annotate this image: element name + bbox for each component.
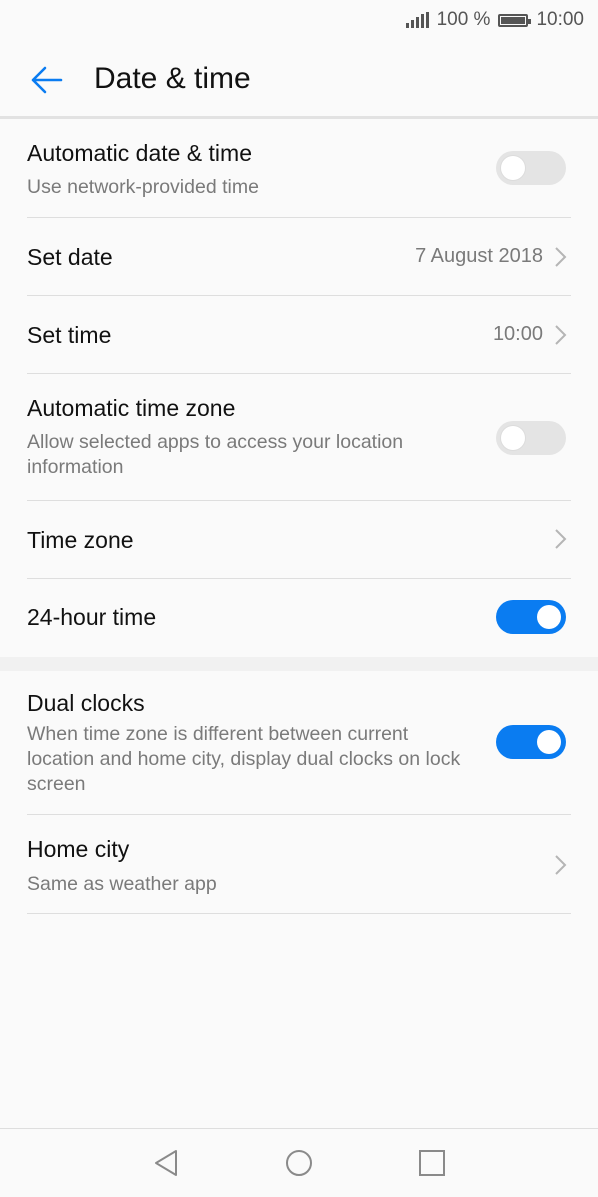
automatic-date-time-row[interactable]: Automatic date & time Use network-provid… bbox=[27, 120, 571, 218]
automatic-date-time-title: Automatic date & time bbox=[27, 140, 252, 166]
automatic-time-zone-title: Automatic time zone bbox=[27, 395, 236, 421]
24-hour-time-title: 24-hour time bbox=[27, 604, 157, 630]
dual-clocks-subtitle: When time zone is different between curr… bbox=[27, 723, 461, 795]
time-zone-title: Time zone bbox=[27, 527, 134, 553]
24-hour-time-toggle[interactable] bbox=[496, 600, 566, 634]
automatic-time-zone-row[interactable]: Automatic time zone Allow selected apps … bbox=[27, 374, 571, 501]
back-button[interactable] bbox=[22, 58, 70, 102]
dual-clocks-title: Dual clocks bbox=[27, 690, 145, 716]
app-header: Date & time bbox=[0, 40, 598, 116]
status-icons: 100 % 10:00 bbox=[405, 9, 584, 31]
status-bar: 100 % 10:00 bbox=[0, 0, 598, 40]
back-arrow-icon bbox=[31, 66, 63, 94]
chevron-right-icon bbox=[555, 529, 567, 549]
time-zone-row[interactable]: Time zone bbox=[27, 501, 571, 579]
section-divider bbox=[0, 657, 598, 671]
home-city-row[interactable]: Home city Same as weather app bbox=[27, 815, 571, 914]
set-time-title: Set time bbox=[27, 322, 112, 348]
status-time: 10:00 bbox=[536, 9, 584, 30]
dual-clocks-toggle[interactable] bbox=[496, 725, 566, 759]
battery-percentage: 100 % bbox=[436, 9, 491, 30]
nav-back-icon[interactable] bbox=[150, 1147, 182, 1179]
set-time-row[interactable]: Set time 10:00 bbox=[27, 296, 571, 374]
nav-home-icon[interactable] bbox=[283, 1147, 315, 1179]
chevron-right-icon bbox=[555, 325, 567, 345]
nav-recents-icon[interactable] bbox=[416, 1147, 448, 1179]
automatic-date-time-toggle[interactable] bbox=[496, 151, 566, 185]
battery-icon bbox=[498, 13, 532, 27]
automatic-time-zone-toggle[interactable] bbox=[496, 421, 566, 455]
set-date-value: 7 August 2018 bbox=[415, 245, 543, 267]
set-date-row[interactable]: Set date 7 August 2018 bbox=[27, 218, 571, 296]
automatic-date-time-subtitle: Use network-provided time bbox=[27, 176, 259, 198]
header-divider bbox=[0, 116, 598, 119]
chevron-right-icon bbox=[555, 247, 567, 267]
set-time-value: 10:00 bbox=[492, 323, 543, 345]
home-city-subtitle: Same as weather app bbox=[27, 873, 217, 895]
automatic-time-zone-subtitle: Allow selected apps to access your locat… bbox=[27, 431, 404, 478]
signal-icon bbox=[405, 12, 429, 28]
navigation-bar bbox=[0, 1128, 598, 1197]
page-title: Date & time bbox=[94, 62, 251, 95]
set-date-title: Set date bbox=[27, 244, 113, 270]
chevron-right-icon bbox=[555, 855, 567, 875]
24-hour-time-row[interactable]: 24-hour time bbox=[27, 579, 571, 657]
home-city-title: Home city bbox=[27, 836, 130, 862]
dual-clocks-row[interactable]: Dual clocks When time zone is different … bbox=[27, 671, 571, 815]
